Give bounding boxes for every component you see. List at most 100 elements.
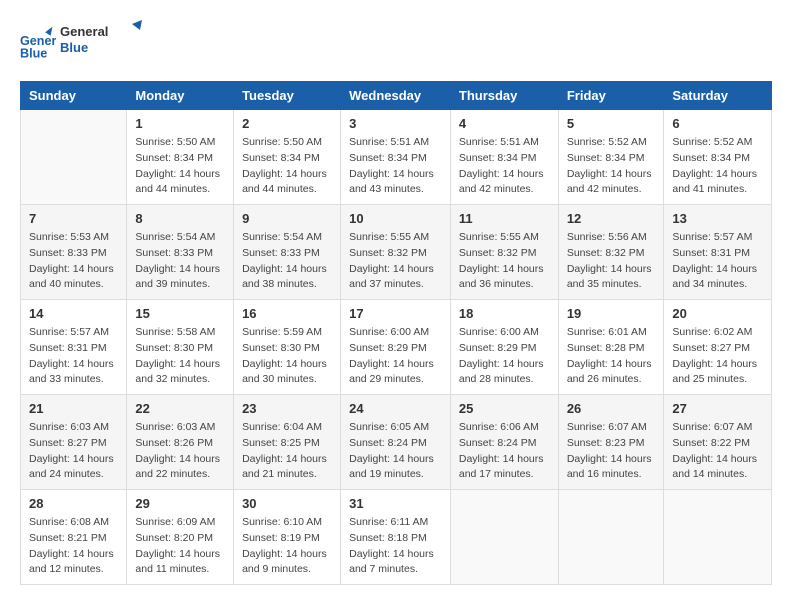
logo: General Blue General Blue	[20, 20, 150, 65]
svg-text:Blue: Blue	[60, 40, 88, 55]
calendar-week-row: 14 Sunrise: 5:57 AM Sunset: 8:31 PM Dayli…	[21, 300, 772, 395]
calendar-cell: 6Sunrise: 5:52 AM Sunset: 8:34 PM Daylig…	[664, 110, 772, 205]
calendar-cell: 31 Sunrise: 6:11 AM Sunset: 8:18 PM Dayli…	[341, 490, 451, 585]
day-number: 19	[567, 306, 656, 321]
day-info: Sunrise: 6:03 AM Sunset: 8:27 PM Dayligh…	[29, 420, 118, 483]
day-info: Sunrise: 5:55 AM Sunset: 8:32 PM Dayligh…	[459, 230, 550, 293]
day-number: 17	[349, 306, 442, 321]
calendar-cell: 20Sunrise: 6:02 AM Sunset: 8:27 PM Dayli…	[664, 300, 772, 395]
day-info: Sunrise: 6:06 AM Sunset: 8:24 PM Dayligh…	[459, 420, 550, 483]
calendar-cell: 16 Sunrise: 5:59 AM Sunset: 8:30 PM Dayli…	[234, 300, 341, 395]
day-number: 22	[135, 401, 225, 416]
day-info: Sunrise: 6:00 AM Sunset: 8:29 PM Dayligh…	[459, 325, 550, 388]
day-info: Sunrise: 5:54 AM Sunset: 8:33 PM Dayligh…	[135, 230, 225, 293]
day-number: 27	[672, 401, 763, 416]
logo-icon: General Blue	[20, 25, 56, 61]
calendar-cell: 17Sunrise: 6:00 AM Sunset: 8:29 PM Dayli…	[341, 300, 451, 395]
weekday-header-wednesday: Wednesday	[341, 82, 451, 110]
day-info: Sunrise: 6:11 AM Sunset: 8:18 PM Dayligh…	[349, 515, 442, 578]
day-number: 5	[567, 116, 656, 131]
day-info: Sunrise: 5:52 AM Sunset: 8:34 PM Dayligh…	[672, 135, 763, 198]
day-info: Sunrise: 5:55 AM Sunset: 8:32 PM Dayligh…	[349, 230, 442, 293]
day-number: 10	[349, 211, 442, 226]
day-info: Sunrise: 5:57 AM Sunset: 8:31 PM Dayligh…	[29, 325, 118, 388]
calendar-cell: 26 Sunrise: 6:07 AM Sunset: 8:23 PM Dayli…	[558, 395, 664, 490]
calendar-cell: 14 Sunrise: 5:57 AM Sunset: 8:31 PM Dayli…	[21, 300, 127, 395]
calendar-cell: 8 Sunrise: 5:54 AM Sunset: 8:33 PM Daylig…	[127, 205, 234, 300]
weekday-header-saturday: Saturday	[664, 82, 772, 110]
svg-text:General: General	[60, 24, 108, 39]
page-header: General Blue General Blue	[20, 20, 772, 65]
day-info: Sunrise: 6:09 AM Sunset: 8:20 PM Dayligh…	[135, 515, 225, 578]
day-number: 4	[459, 116, 550, 131]
calendar-cell	[664, 490, 772, 585]
day-info: Sunrise: 5:59 AM Sunset: 8:30 PM Dayligh…	[242, 325, 332, 388]
calendar-cell: 18 Sunrise: 6:00 AM Sunset: 8:29 PM Dayli…	[450, 300, 558, 395]
calendar-cell: 13 Sunrise: 5:57 AM Sunset: 8:31 PM Dayli…	[664, 205, 772, 300]
day-info: Sunrise: 6:07 AM Sunset: 8:22 PM Dayligh…	[672, 420, 763, 483]
day-number: 26	[567, 401, 656, 416]
day-number: 31	[349, 496, 442, 511]
day-info: Sunrise: 5:51 AM Sunset: 8:34 PM Dayligh…	[459, 135, 550, 198]
calendar-cell: 19 Sunrise: 6:01 AM Sunset: 8:28 PM Dayli…	[558, 300, 664, 395]
day-number: 18	[459, 306, 550, 321]
calendar-week-row: 28 Sunrise: 6:08 AM Sunset: 8:21 PM Dayli…	[21, 490, 772, 585]
day-number: 16	[242, 306, 332, 321]
calendar-cell: 21 Sunrise: 6:03 AM Sunset: 8:27 PM Dayli…	[21, 395, 127, 490]
day-info: Sunrise: 6:01 AM Sunset: 8:28 PM Dayligh…	[567, 325, 656, 388]
svg-text:Blue: Blue	[20, 46, 47, 60]
day-number: 12	[567, 211, 656, 226]
day-info: Sunrise: 5:50 AM Sunset: 8:34 PM Dayligh…	[242, 135, 332, 198]
calendar-cell: 4 Sunrise: 5:51 AM Sunset: 8:34 PM Daylig…	[450, 110, 558, 205]
day-info: Sunrise: 6:08 AM Sunset: 8:21 PM Dayligh…	[29, 515, 118, 578]
day-number: 21	[29, 401, 118, 416]
weekday-header-row: SundayMondayTuesdayWednesdayThursdayFrid…	[21, 82, 772, 110]
weekday-header-tuesday: Tuesday	[234, 82, 341, 110]
calendar-cell: 23Sunrise: 6:04 AM Sunset: 8:25 PM Dayli…	[234, 395, 341, 490]
day-info: Sunrise: 6:10 AM Sunset: 8:19 PM Dayligh…	[242, 515, 332, 578]
day-number: 13	[672, 211, 763, 226]
day-info: Sunrise: 5:56 AM Sunset: 8:32 PM Dayligh…	[567, 230, 656, 293]
weekday-header-sunday: Sunday	[21, 82, 127, 110]
calendar-cell: 30Sunrise: 6:10 AM Sunset: 8:19 PM Dayli…	[234, 490, 341, 585]
day-info: Sunrise: 5:52 AM Sunset: 8:34 PM Dayligh…	[567, 135, 656, 198]
weekday-header-monday: Monday	[127, 82, 234, 110]
day-number: 24	[349, 401, 442, 416]
calendar-cell: 3Sunrise: 5:51 AM Sunset: 8:34 PM Daylig…	[341, 110, 451, 205]
logo-svg: General Blue	[60, 20, 150, 60]
day-info: Sunrise: 5:53 AM Sunset: 8:33 PM Dayligh…	[29, 230, 118, 293]
day-number: 20	[672, 306, 763, 321]
day-info: Sunrise: 6:03 AM Sunset: 8:26 PM Dayligh…	[135, 420, 225, 483]
calendar-week-row: 21 Sunrise: 6:03 AM Sunset: 8:27 PM Dayli…	[21, 395, 772, 490]
calendar-cell: 25Sunrise: 6:06 AM Sunset: 8:24 PM Dayli…	[450, 395, 558, 490]
weekday-header-friday: Friday	[558, 82, 664, 110]
calendar-cell: 12 Sunrise: 5:56 AM Sunset: 8:32 PM Dayli…	[558, 205, 664, 300]
day-info: Sunrise: 6:07 AM Sunset: 8:23 PM Dayligh…	[567, 420, 656, 483]
calendar-cell	[558, 490, 664, 585]
calendar-cell: 28 Sunrise: 6:08 AM Sunset: 8:21 PM Dayli…	[21, 490, 127, 585]
calendar-cell: 7Sunrise: 5:53 AM Sunset: 8:33 PM Daylig…	[21, 205, 127, 300]
day-number: 15	[135, 306, 225, 321]
day-number: 2	[242, 116, 332, 131]
calendar-week-row: 7Sunrise: 5:53 AM Sunset: 8:33 PM Daylig…	[21, 205, 772, 300]
weekday-header-thursday: Thursday	[450, 82, 558, 110]
day-info: Sunrise: 6:05 AM Sunset: 8:24 PM Dayligh…	[349, 420, 442, 483]
calendar-cell: 2 Sunrise: 5:50 AM Sunset: 8:34 PM Daylig…	[234, 110, 341, 205]
day-number: 9	[242, 211, 332, 226]
day-number: 28	[29, 496, 118, 511]
day-number: 8	[135, 211, 225, 226]
day-number: 14	[29, 306, 118, 321]
calendar-cell: 27 Sunrise: 6:07 AM Sunset: 8:22 PM Dayli…	[664, 395, 772, 490]
day-number: 29	[135, 496, 225, 511]
calendar-cell: 9Sunrise: 5:54 AM Sunset: 8:33 PM Daylig…	[234, 205, 341, 300]
day-number: 23	[242, 401, 332, 416]
calendar-cell: 10 Sunrise: 5:55 AM Sunset: 8:32 PM Dayli…	[341, 205, 451, 300]
day-number: 11	[459, 211, 550, 226]
calendar-cell: 11 Sunrise: 5:55 AM Sunset: 8:32 PM Dayli…	[450, 205, 558, 300]
day-info: Sunrise: 5:57 AM Sunset: 8:31 PM Dayligh…	[672, 230, 763, 293]
calendar-cell: 24 Sunrise: 6:05 AM Sunset: 8:24 PM Dayli…	[341, 395, 451, 490]
calendar-cell: 15Sunrise: 5:58 AM Sunset: 8:30 PM Dayli…	[127, 300, 234, 395]
calendar-cell	[21, 110, 127, 205]
calendar-cell	[450, 490, 558, 585]
calendar-cell: 29 Sunrise: 6:09 AM Sunset: 8:20 PM Dayli…	[127, 490, 234, 585]
